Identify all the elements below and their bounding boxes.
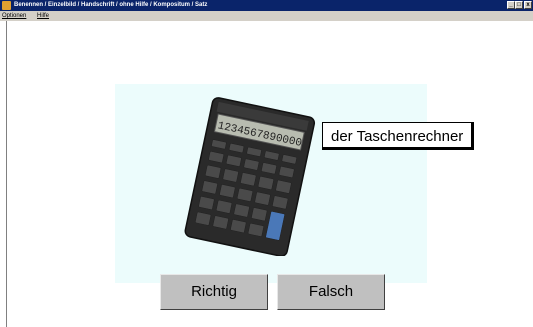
window-left-border [6, 21, 7, 327]
richtig-button[interactable]: Richtig [160, 274, 268, 310]
menu-optionen[interactable]: Optionen [2, 11, 26, 21]
window-title: Benennen / Einzelbild / Handschrift / oh… [14, 2, 208, 8]
falsch-button[interactable]: Falsch [277, 274, 385, 310]
menu-bar: Optionen Hilfe [0, 11, 533, 21]
menu-hilfe[interactable]: Hilfe [37, 11, 49, 21]
app-icon [2, 1, 11, 10]
calculator-image: 1234567890000 [184, 97, 316, 256]
close-button[interactable]: x [524, 1, 532, 9]
word-label: der Taschenrechner [322, 122, 475, 150]
maximize-button[interactable]: □ [515, 1, 523, 9]
title-bar: Benennen / Einzelbild / Handschrift / oh… [0, 0, 533, 11]
minimize-button[interactable]: _ [507, 1, 515, 9]
